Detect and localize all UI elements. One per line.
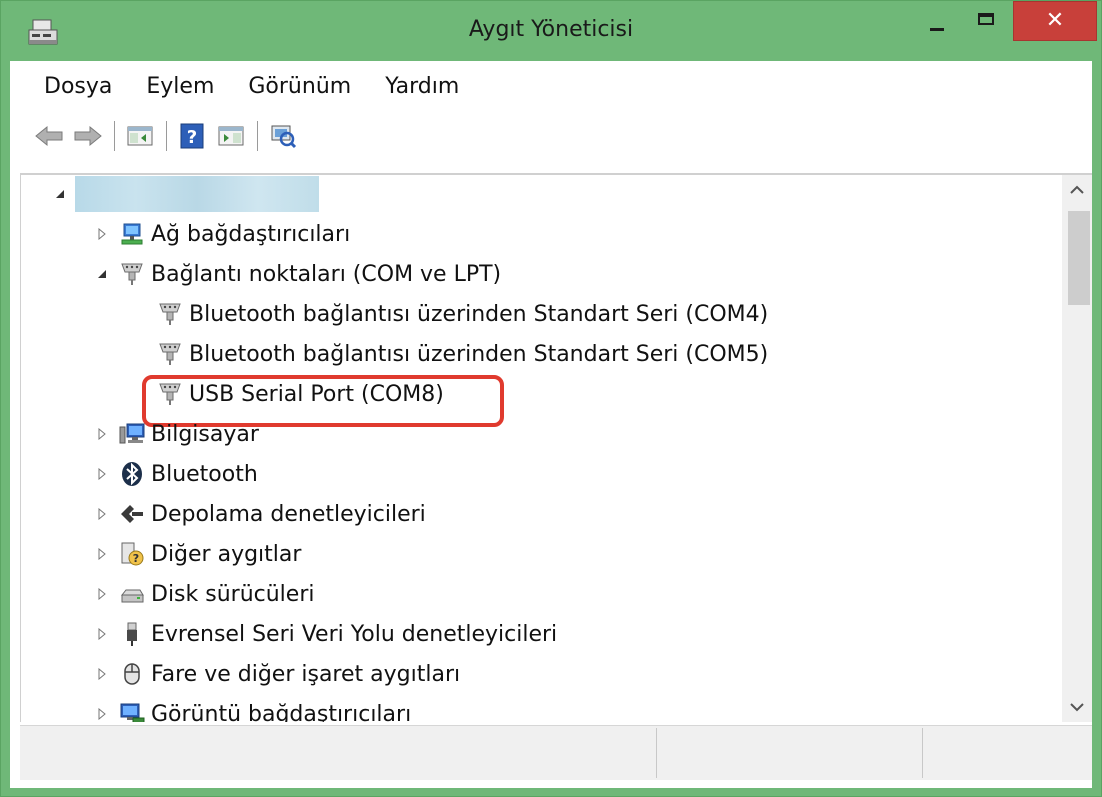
expand-arrow-icon[interactable] xyxy=(93,425,111,443)
scan-hardware-changes-button[interactable] xyxy=(266,119,300,153)
expand-arrow-icon[interactable] xyxy=(93,625,111,643)
tree-item[interactable]: Evrensel Seri Veri Yolu denetleyicileri xyxy=(93,617,557,651)
tree-item-label: Görüntü bağdaştırıcıları xyxy=(151,701,412,723)
port-connector-icon xyxy=(155,299,185,329)
help-icon: ? xyxy=(180,123,204,149)
tree-child-item[interactable]: Bluetooth bağlantısı üzerinden Standart … xyxy=(155,337,768,371)
tree-item-label: Bluetooth bağlantısı üzerinden Standart … xyxy=(189,341,769,367)
expand-arrow-icon[interactable] xyxy=(93,505,111,523)
show-hide-action-pane-icon xyxy=(218,126,244,146)
tree-root[interactable] xyxy=(51,176,319,212)
expand-arrow-icon[interactable] xyxy=(93,545,111,563)
tree-child-item[interactable]: Bluetooth bağlantısı üzerinden Standart … xyxy=(155,297,768,331)
tree-item-label: Evrensel Seri Veri Yolu denetleyicileri xyxy=(151,621,558,647)
back-button[interactable] xyxy=(32,119,66,153)
tree-item-label: Bilgisayar xyxy=(151,421,259,447)
expand-arrow-icon[interactable] xyxy=(93,465,111,483)
scroll-down-button[interactable] xyxy=(1062,692,1092,722)
scan-hardware-changes-icon xyxy=(271,125,297,149)
tree-item[interactable]: Bilgisayar xyxy=(93,417,259,451)
expand-arrow-icon[interactable] xyxy=(93,705,111,722)
expand-arrow-icon[interactable] xyxy=(93,585,111,603)
menu-dosya[interactable]: Dosya xyxy=(28,74,128,99)
svg-text:?: ? xyxy=(133,552,139,565)
svg-text:?: ? xyxy=(187,127,197,148)
port-connector-icon xyxy=(117,259,147,289)
maximize-icon xyxy=(978,13,994,25)
help-button[interactable]: ? xyxy=(175,119,209,153)
mouse-icon xyxy=(117,659,147,689)
menu-bar: Dosya Eylem Görünüm Yardım xyxy=(10,61,1092,111)
tree-item-label: Bluetooth xyxy=(151,461,258,487)
computer-icon xyxy=(117,419,147,449)
toolbar-separator xyxy=(114,121,115,151)
usb-icon xyxy=(117,619,147,649)
show-hide-action-pane-button[interactable] xyxy=(214,119,248,153)
status-bar-divider xyxy=(922,728,923,778)
tree-item-label: Ağ bağdaştırıcıları xyxy=(151,221,351,247)
device-manager-window: Aygıt Yöneticisi ✕ Dosya Eylem Görünüm Y… xyxy=(0,0,1102,797)
forward-arrow-icon xyxy=(74,125,102,147)
disk-drive-icon xyxy=(117,579,147,609)
tree-item-label: Disk sürücüleri xyxy=(151,581,315,607)
toolbar-separator xyxy=(257,121,258,151)
tree-item[interactable]: Bluetooth xyxy=(93,457,258,491)
collapse-arrow-icon[interactable] xyxy=(93,265,111,283)
unknown-device-icon: ? xyxy=(117,539,147,569)
network-adapter-icon xyxy=(117,219,147,249)
menu-gorunum[interactable]: Görünüm xyxy=(232,74,367,99)
minimize-icon xyxy=(930,27,944,31)
tree-item-label: Bluetooth bağlantısı üzerinden Standart … xyxy=(189,301,769,327)
menu-eylem[interactable]: Eylem xyxy=(130,74,230,99)
tree-item-label: Fare ve diğer işaret aygıtları xyxy=(151,661,461,687)
expand-arrow-icon[interactable] xyxy=(93,665,111,683)
bluetooth-icon xyxy=(117,459,147,489)
tree-item[interactable]: Disk sürücüleri xyxy=(93,577,315,611)
expand-arrow-icon[interactable] xyxy=(93,225,111,243)
tree-item-label: Diğer aygıtlar xyxy=(151,541,302,567)
storage-controller-icon xyxy=(117,499,147,529)
menu-yardim[interactable]: Yardım xyxy=(369,74,475,99)
tree-item[interactable]: Ağ bağdaştırıcıları xyxy=(93,217,350,251)
maximize-button[interactable] xyxy=(964,1,1008,41)
show-hide-console-tree-button[interactable] xyxy=(123,119,157,153)
scrollbar-thumb[interactable] xyxy=(1068,211,1090,305)
tree-item-label: Depolama denetleyicileri xyxy=(151,501,426,527)
show-hide-console-tree-icon xyxy=(127,126,153,146)
minimize-button[interactable] xyxy=(915,1,959,41)
device-tree-panel: Ağ bağdaştırıcıları Bağlantı noktaları (… xyxy=(20,173,1092,722)
tree-item[interactable]: Depolama denetleyicileri xyxy=(93,497,426,531)
computer-name-redacted xyxy=(75,176,319,212)
forward-button[interactable] xyxy=(71,119,105,153)
toolbar-separator xyxy=(166,121,167,151)
status-bar xyxy=(20,725,1092,780)
port-connector-icon xyxy=(155,339,185,369)
tree-item[interactable]: Bağlantı noktaları (COM ve LPT) xyxy=(93,257,501,291)
title-bar[interactable]: Aygıt Yöneticisi ✕ xyxy=(1,1,1101,61)
toolbar: ? xyxy=(10,113,1092,159)
chevron-up-icon xyxy=(1070,185,1084,194)
client-area: Dosya Eylem Görünüm Yardım ? Ağ bağdaştı… xyxy=(10,61,1092,788)
status-bar-divider xyxy=(656,728,657,778)
chevron-down-icon xyxy=(1070,703,1084,712)
close-button[interactable]: ✕ xyxy=(1013,1,1097,41)
display-adapter-icon xyxy=(117,699,147,722)
close-icon: ✕ xyxy=(1045,8,1065,33)
device-tree: Ağ bağdaştırıcıları Bağlantı noktaları (… xyxy=(21,175,1061,722)
vertical-scrollbar[interactable] xyxy=(1062,175,1092,722)
tree-item-label: Bağlantı noktaları (COM ve LPT) xyxy=(151,261,502,287)
collapse-arrow-icon[interactable] xyxy=(51,185,69,203)
back-arrow-icon xyxy=(35,125,63,147)
tree-item[interactable]: ? Diğer aygıtlar xyxy=(93,537,301,571)
tree-item[interactable]: Fare ve diğer işaret aygıtları xyxy=(93,657,460,691)
tree-item[interactable]: Görüntü bağdaştırıcıları xyxy=(93,697,411,722)
scroll-up-button[interactable] xyxy=(1062,175,1092,205)
